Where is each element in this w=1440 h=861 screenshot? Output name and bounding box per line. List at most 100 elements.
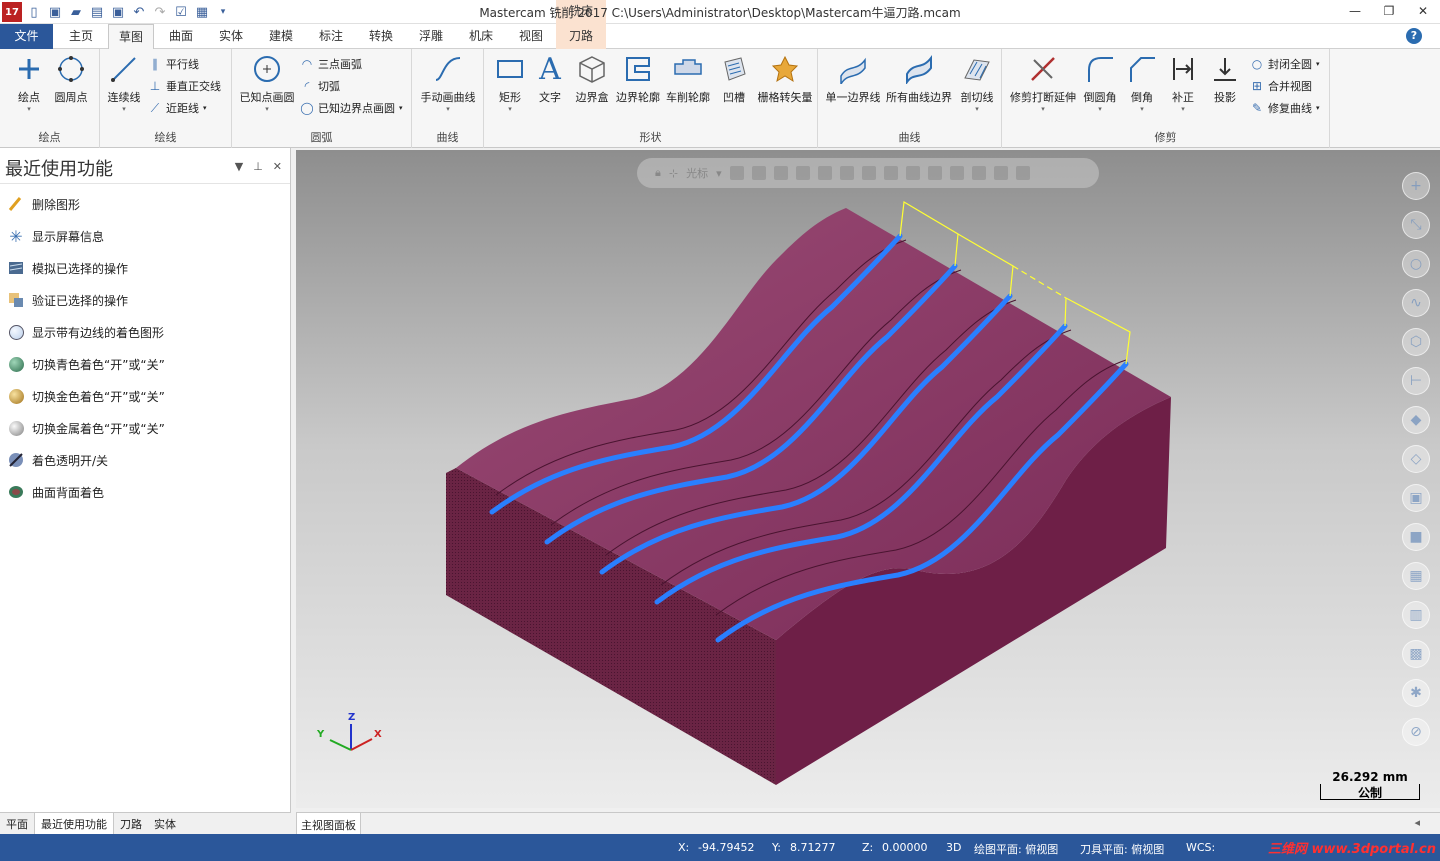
- close-button[interactable]: ✕: [1406, 0, 1440, 22]
- tab-home[interactable]: 主页: [58, 24, 104, 49]
- circle-center-button[interactable]: 已知点画圆 ▾: [236, 53, 298, 113]
- turn-profile-button[interactable]: 车削轮廓: [664, 53, 712, 105]
- select-body-icon[interactable]: [861, 166, 876, 180]
- wireframe-icon[interactable]: ⬡: [1402, 328, 1430, 356]
- mode-3d-toggle[interactable]: 3D: [946, 841, 961, 854]
- repair-curve-button[interactable]: ✎ 修复曲线 ▾: [1250, 98, 1320, 118]
- wcs-selector[interactable]: WCS:: [1186, 841, 1215, 854]
- fit-icon[interactable]: ⤡: [1402, 211, 1430, 239]
- chain-icon[interactable]: [949, 166, 964, 180]
- box-view-icon[interactable]: ▣: [1402, 484, 1430, 512]
- scroll-left-icon[interactable]: ◂: [1414, 816, 1420, 829]
- solid-view-icon[interactable]: ■: [1402, 523, 1430, 551]
- undo-icon[interactable]: ↶: [130, 3, 148, 21]
- tab-solids[interactable]: 实体: [208, 24, 254, 49]
- lock-icon[interactable]: 🔒︎: [655, 166, 661, 180]
- gear-icon[interactable]: [751, 166, 766, 180]
- dropdown-arrow-icon[interactable]: ▾: [716, 167, 722, 180]
- verify-icon[interactable]: ☑: [172, 3, 190, 21]
- select-face-icon[interactable]: [817, 166, 832, 180]
- help-icon[interactable]: ?: [1406, 28, 1422, 44]
- settings-gear-icon[interactable]: ✱: [1402, 679, 1430, 707]
- settings-icon[interactable]: ▦: [193, 3, 211, 21]
- offset-button[interactable]: 补正 ▾: [1164, 53, 1202, 113]
- grid-icon[interactable]: ▩: [1402, 640, 1430, 668]
- cancel-icon[interactable]: ⊘: [1402, 718, 1430, 746]
- rectangle-button[interactable]: 矩形 ▾: [490, 53, 530, 113]
- cursor-label[interactable]: 光标: [686, 165, 708, 181]
- manual-spline-button[interactable]: 手动画曲线 ▾: [418, 53, 478, 113]
- redo-icon[interactable]: ↷: [151, 3, 169, 21]
- raster-to-vector-button[interactable]: 栅格转矢量: [756, 53, 814, 105]
- project-button[interactable]: 投影: [1206, 53, 1244, 105]
- trim-break-extend-button[interactable]: 修剪打断延伸 ▾: [1006, 53, 1080, 113]
- save-as-icon[interactable]: ▣: [109, 3, 127, 21]
- tab-relief[interactable]: 浮雕: [408, 24, 454, 49]
- graphics-viewport[interactable]: Z X Y 🔒︎ ⊹ 光标 ▾ + ⤡ ○ ∿ ⬡ ⊢ ◆ ◇ ▣ ■ ▦ ▥ …: [296, 150, 1440, 808]
- close-arc-button[interactable]: ○ 封闭全圆 ▾: [1250, 54, 1320, 74]
- cplane-selector[interactable]: 绘图平面: 俯视图: [974, 841, 1058, 857]
- panel-close-icon[interactable]: ✕: [273, 160, 282, 173]
- list-item-delete-entities[interactable]: 删除图形: [0, 188, 290, 220]
- save-icon[interactable]: ▣: [46, 3, 64, 21]
- list-item-screen-info[interactable]: ✳ 显示屏幕信息: [0, 220, 290, 252]
- tab-view[interactable]: 视图: [508, 24, 554, 49]
- point-button[interactable]: 绘点 ▾: [8, 53, 50, 113]
- open-folder-icon[interactable]: ▰: [67, 3, 85, 21]
- tab-surfaces[interactable]: 曲面: [158, 24, 204, 49]
- tab-dimensions[interactable]: 标注: [308, 24, 354, 49]
- fillet-button[interactable]: 倒圆角 ▾: [1080, 53, 1120, 113]
- bounding-box-button[interactable]: 边界盒: [572, 53, 612, 105]
- single-edge-button[interactable]: 单一边界线: [824, 53, 882, 105]
- text-button[interactable]: A 文字: [532, 52, 568, 105]
- select-solid-icon[interactable]: [795, 166, 810, 180]
- tab-model-prep[interactable]: 建模: [258, 24, 304, 49]
- z-value[interactable]: 0.00000: [882, 841, 928, 854]
- panel-dropdown-icon[interactable]: ▼: [235, 160, 243, 173]
- perpendicular-line-button[interactable]: ⊥ 垂直正交线: [148, 76, 221, 96]
- tab-main-viewsheet[interactable]: 主视图面板: [296, 813, 361, 835]
- print-icon[interactable]: ▤: [88, 3, 106, 21]
- tplane-selector[interactable]: 刀具平面: 俯视图: [1080, 841, 1164, 857]
- list-item-transparency[interactable]: 着色透明开/关: [0, 444, 290, 476]
- snap-icon[interactable]: [729, 166, 744, 180]
- slice-button[interactable]: 剖切线 ▾: [956, 53, 998, 113]
- list-item-backface[interactable]: 曲面背面着色: [0, 476, 290, 508]
- list-item-simulate[interactable]: 模拟已选择的操作: [0, 252, 290, 284]
- verify-selection-icon[interactable]: [971, 166, 986, 180]
- cursor-icon[interactable]: ⊹: [669, 167, 678, 180]
- x-value[interactable]: -94.79452: [698, 841, 754, 854]
- circle-points-button[interactable]: 圆周点: [50, 53, 92, 105]
- new-file-icon[interactable]: ▯: [25, 3, 43, 21]
- polyline-button[interactable]: 连续线 ▾: [104, 53, 144, 113]
- window-select-icon[interactable]: [905, 166, 920, 180]
- minimize-button[interactable]: —: [1338, 0, 1372, 22]
- arc-tangent-button[interactable]: ◜ 切弧: [300, 76, 340, 96]
- restore-button[interactable]: ❐: [1372, 0, 1406, 22]
- all-edges-button[interactable]: 所有曲线边界: [884, 53, 954, 105]
- list-item-gold-shading[interactable]: 切换金色着色“开”或“关”: [0, 380, 290, 412]
- gold-shade-icon[interactable]: ◆: [1402, 406, 1430, 434]
- y-value[interactable]: 8.71277: [790, 841, 836, 854]
- groove-button[interactable]: 凹槽: [716, 53, 752, 105]
- list-item-cyan-shading[interactable]: 切换青色着色“开”或“关”: [0, 348, 290, 380]
- list-item-verify[interactable]: 验证已选择的操作: [0, 284, 290, 316]
- app-logo[interactable]: 17: [2, 2, 22, 22]
- zoom-circle-icon[interactable]: ○: [1402, 250, 1430, 278]
- tab-planes[interactable]: 平面: [0, 813, 34, 835]
- level-icon[interactable]: ▥: [1402, 601, 1430, 629]
- customize-qat-icon[interactable]: ▾: [214, 3, 232, 21]
- tab-recent-functions[interactable]: 最近使用功能: [34, 813, 114, 835]
- list-item-metal-shading[interactable]: 切换金属着色“开”或“关”: [0, 412, 290, 444]
- boundary-profile-button[interactable]: 边界轮廓: [614, 53, 662, 105]
- layer-icon[interactable]: ▦: [1402, 562, 1430, 590]
- parallel-line-button[interactable]: ∥ 平行线: [148, 54, 199, 74]
- spline-view-icon[interactable]: ∿: [1402, 289, 1430, 317]
- chamfer-button[interactable]: 倒角 ▾: [1122, 53, 1162, 113]
- tab-sketch[interactable]: 草图: [108, 24, 154, 50]
- tab-solids-panel[interactable]: 实体: [148, 813, 182, 835]
- select-edge-icon[interactable]: [839, 166, 854, 180]
- circle-edge-button[interactable]: ◯ 已知边界点画圆 ▾: [300, 98, 402, 118]
- select-all-icon[interactable]: [883, 166, 898, 180]
- refresh-icon[interactable]: [993, 166, 1008, 180]
